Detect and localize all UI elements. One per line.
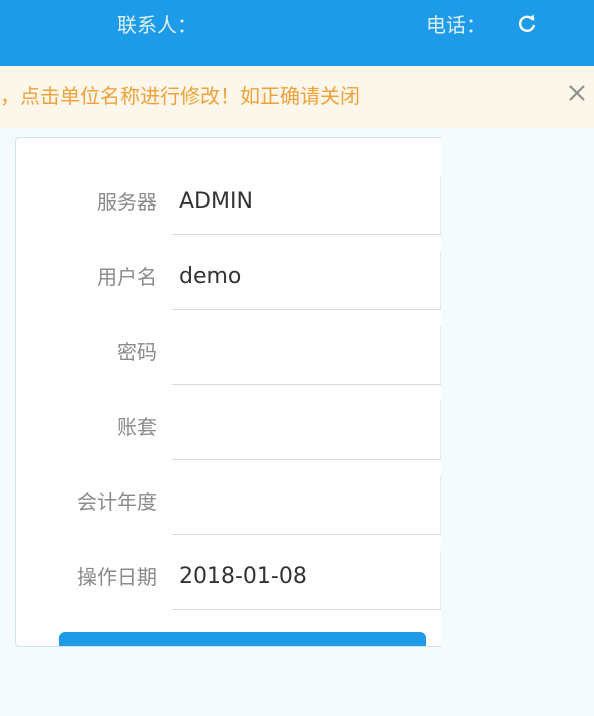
operation-date-label: 操作日期 <box>77 565 157 589</box>
phone-label: 电话： <box>426 13 486 37</box>
username-label: 用户名 <box>97 265 157 289</box>
field-divider <box>440 251 441 309</box>
password-field[interactable] <box>172 326 441 385</box>
notice-bar: ，点击单位名称进行修改！如正确请关闭 <box>0 66 594 128</box>
operation-date-value: 2018-01-08 <box>179 564 307 589</box>
operation-date-field[interactable]: 2018-01-08 <box>172 551 441 610</box>
account-set-field[interactable] <box>172 401 441 460</box>
form-row-operation-date: 操作日期 2018-01-08 <box>16 549 441 610</box>
submit-button[interactable] <box>59 632 426 646</box>
fiscal-year-label: 会计年度 <box>77 490 157 514</box>
field-divider <box>440 551 441 609</box>
top-bar: 联系人： 电话： <box>0 0 594 66</box>
account-set-label: 账套 <box>117 415 157 439</box>
username-field[interactable]: demo <box>172 251 441 310</box>
password-label: 密码 <box>117 340 157 364</box>
username-value: demo <box>179 264 242 289</box>
field-divider <box>440 176 441 234</box>
notice-text: ，点击单位名称进行修改！如正确请关闭 <box>0 84 360 108</box>
contact-label: 联系人： <box>117 13 197 37</box>
server-value: ADMIN <box>179 189 253 214</box>
form-row-account-set: 账套 <box>16 399 441 460</box>
server-field[interactable]: ADMIN <box>172 176 441 235</box>
login-form-panel: 服务器 ADMIN 用户名 demo 密码 账套 会计年度 操作日期 2018-… <box>15 137 441 647</box>
fiscal-year-field[interactable] <box>172 476 441 535</box>
field-divider <box>440 326 441 384</box>
field-divider <box>440 476 441 534</box>
form-row-username: 用户名 demo <box>16 249 441 310</box>
form-row-password: 密码 <box>16 324 441 385</box>
refresh-icon[interactable] <box>514 11 540 37</box>
close-icon[interactable] <box>565 81 589 105</box>
form-row-server: 服务器 ADMIN <box>16 174 441 235</box>
field-divider <box>440 401 441 459</box>
server-label: 服务器 <box>97 190 157 214</box>
form-row-fiscal-year: 会计年度 <box>16 474 441 535</box>
